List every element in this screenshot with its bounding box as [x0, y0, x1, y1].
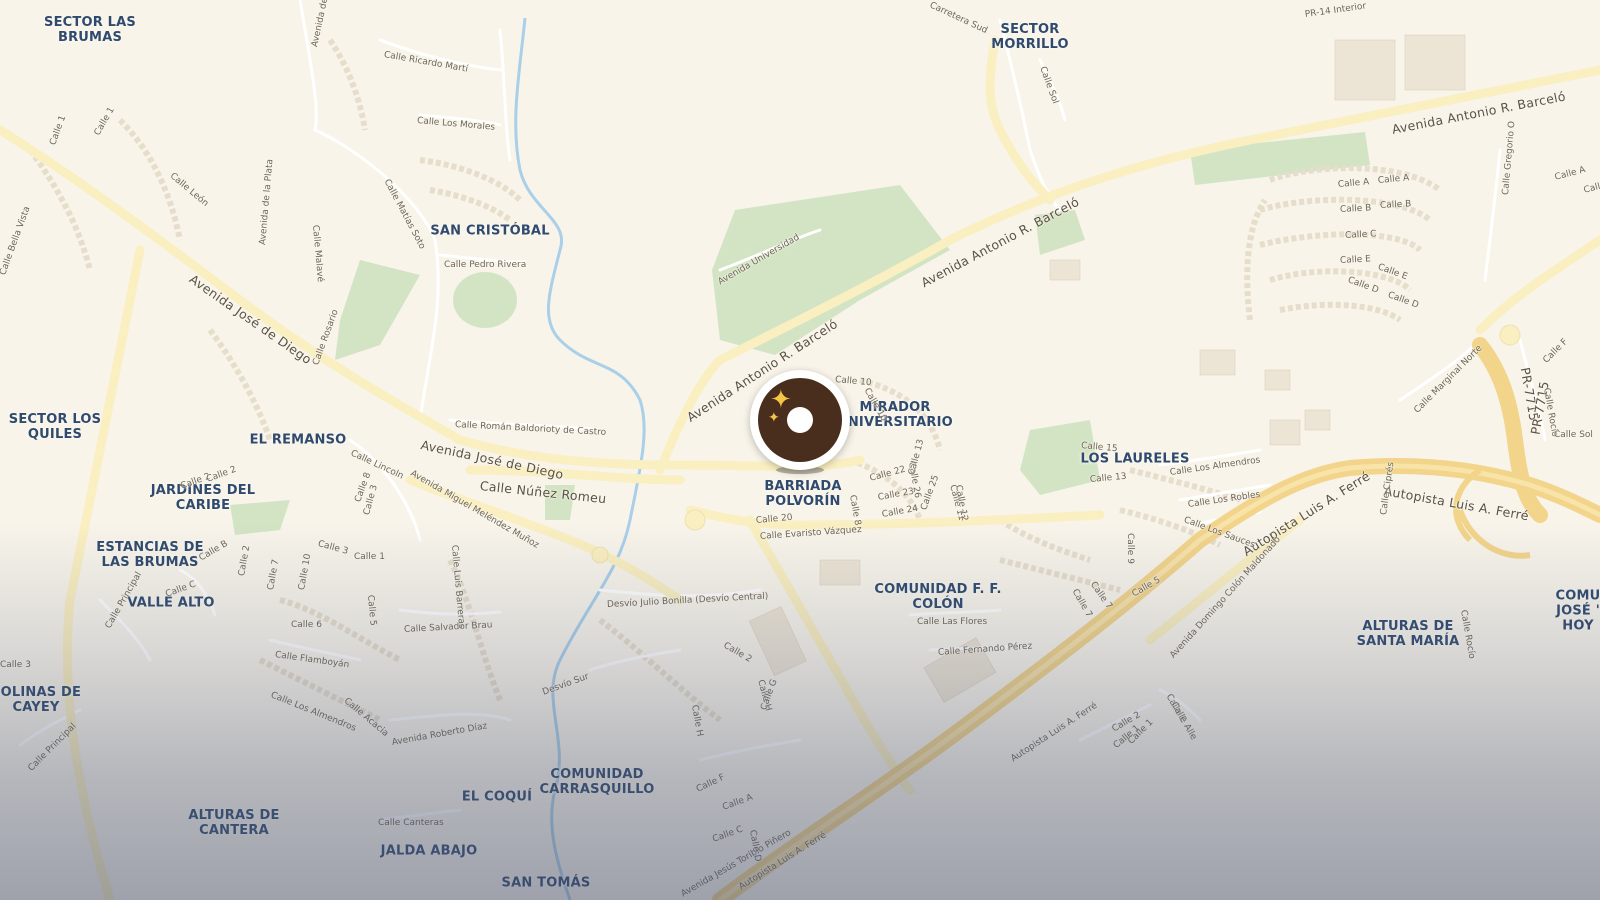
location-marker[interactable]: ✦ ✦ — [750, 370, 850, 474]
sparkle-small-icon: ✦ — [768, 409, 780, 425]
map-view[interactable]: SECTOR LAS BRUMAS SECTOR MORRILLO SAN CRISTÓ… — [0, 0, 1600, 900]
motorways — [712, 337, 1600, 900]
